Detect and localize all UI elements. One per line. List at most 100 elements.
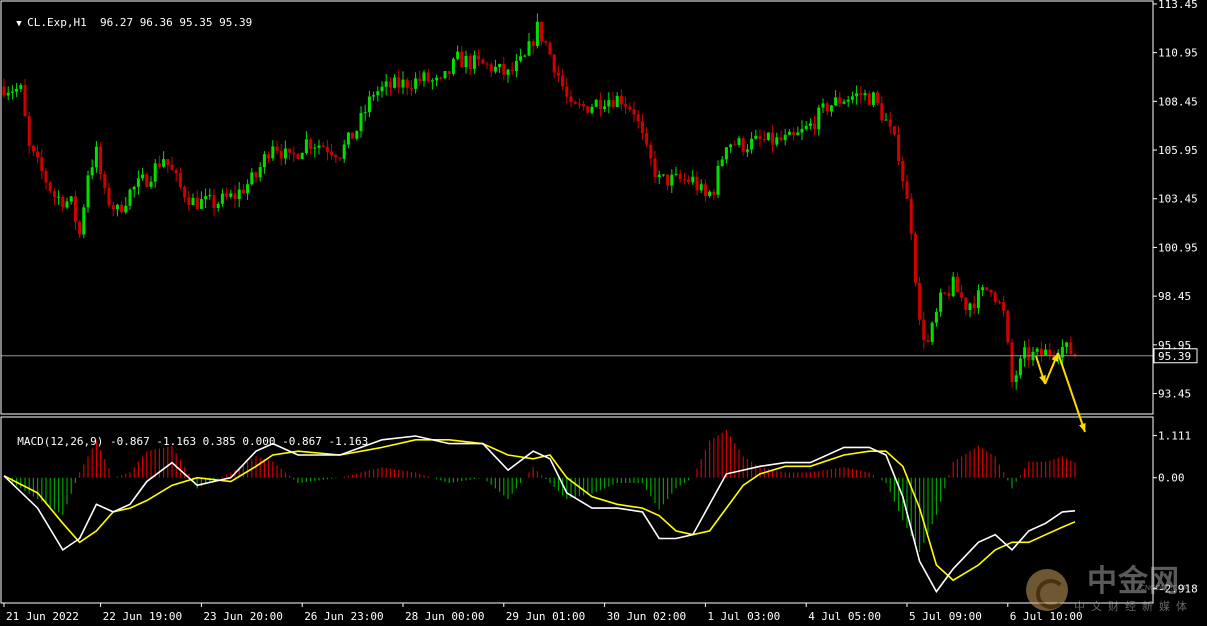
- candle-body: [968, 303, 972, 310]
- candle-body: [1044, 349, 1048, 356]
- candle-body: [136, 178, 140, 187]
- candle-body: [78, 221, 82, 235]
- candle-body: [1069, 342, 1073, 355]
- price-tick-label: 108.45: [1158, 95, 1198, 108]
- macd-tick-label: 0.00: [1158, 472, 1185, 485]
- candle-body: [636, 114, 640, 122]
- candle-body: [124, 205, 128, 213]
- candle-body: [985, 287, 989, 290]
- candle-body: [527, 41, 531, 56]
- candle-body: [792, 131, 796, 136]
- candle-body: [813, 123, 817, 130]
- candle-body: [73, 196, 77, 222]
- candle-body: [313, 147, 317, 149]
- candle-body: [687, 179, 691, 183]
- candle-body: [279, 150, 283, 159]
- candle-body: [254, 172, 258, 178]
- candle-body: [548, 42, 552, 55]
- candle-body: [397, 77, 401, 88]
- candle-body: [514, 60, 518, 72]
- candle-body: [187, 197, 191, 205]
- candle-body: [645, 133, 649, 145]
- candle-body: [363, 112, 367, 114]
- candle-body: [892, 126, 896, 135]
- candle-body: [292, 152, 296, 155]
- candle-body: [422, 72, 426, 81]
- candle-body: [2, 86, 6, 96]
- candle-body: [493, 66, 497, 72]
- candle-body: [52, 190, 56, 198]
- candle-body: [800, 128, 804, 133]
- price-tick-label: 98.45: [1158, 290, 1191, 303]
- candle-body: [330, 151, 334, 156]
- candle-body: [1035, 348, 1039, 352]
- candle-body: [157, 163, 161, 167]
- candle-body: [166, 159, 170, 165]
- candle-body: [741, 138, 745, 152]
- candle-body: [611, 100, 615, 107]
- candle-body: [867, 93, 871, 105]
- candle-body: [607, 100, 611, 107]
- candle-body: [468, 55, 472, 69]
- candle-body: [880, 103, 884, 121]
- candle-body: [229, 193, 233, 197]
- candle-body: [141, 174, 145, 179]
- candle-body: [367, 96, 371, 113]
- candle-body: [619, 95, 623, 105]
- candle-body: [195, 197, 199, 209]
- candle-body: [489, 64, 493, 72]
- ohlc-values: 96.27 96.36 95.35 95.39: [99, 16, 253, 29]
- candle-body: [771, 132, 775, 145]
- candle-body: [565, 86, 569, 97]
- candle-body: [842, 101, 846, 104]
- candle-body: [569, 96, 573, 102]
- time-tick-label: 26 Jun 23:00: [304, 610, 383, 623]
- candle-body: [19, 85, 23, 89]
- time-tick-label: 28 Jun 00:00: [405, 610, 484, 623]
- candle-body: [640, 121, 644, 134]
- candle-body: [258, 167, 262, 178]
- candle-body: [657, 174, 661, 178]
- candle-body: [48, 182, 52, 191]
- candle-body: [750, 138, 754, 150]
- candle-body: [628, 106, 632, 110]
- candle-body: [334, 155, 338, 158]
- candle-body: [220, 193, 224, 204]
- candle-body: [1010, 342, 1014, 383]
- candle-body: [275, 146, 279, 151]
- candle-body: [544, 41, 548, 43]
- candle-body: [355, 131, 359, 139]
- macd-label: MACD(12,26,9): [17, 435, 104, 448]
- candle-body: [678, 173, 682, 180]
- candle-body: [766, 132, 770, 140]
- candle-body: [115, 204, 119, 210]
- macd-values: -0.867 -1.163 0.385 0.000 -0.867 -1.163: [109, 435, 369, 448]
- candle-body: [460, 51, 464, 68]
- time-tick-label: 22 Jun 19:00: [103, 610, 182, 623]
- macd-line: [3, 435, 1076, 594]
- candle-body: [758, 135, 762, 140]
- candle-body: [796, 132, 800, 136]
- price-panel-frame: [0, 0, 1154, 415]
- candle-body: [456, 51, 460, 59]
- candle-body: [993, 292, 997, 302]
- candle-body: [632, 109, 636, 115]
- candle-body: [733, 144, 737, 146]
- candle-body: [111, 205, 115, 210]
- candle-body: [918, 282, 922, 320]
- trading-chart[interactable]: 95.39113.45110.95108.45105.95103.45100.9…: [0, 0, 1207, 626]
- candle-body: [775, 137, 779, 145]
- candle-body: [300, 153, 304, 160]
- chart-menu-triangle-icon[interactable]: ▼: [16, 19, 27, 29]
- candle-body: [409, 87, 413, 89]
- candle-body: [216, 203, 220, 209]
- candle-body: [464, 55, 468, 68]
- candle-body: [477, 55, 481, 60]
- candle-body: [430, 80, 434, 82]
- candle-body: [15, 88, 19, 92]
- candle-body: [241, 189, 245, 194]
- candle-body: [510, 69, 514, 72]
- price-panel[interactable]: [1, 13, 1153, 390]
- macd-panel[interactable]: [3, 429, 1076, 594]
- candle-body: [850, 96, 854, 100]
